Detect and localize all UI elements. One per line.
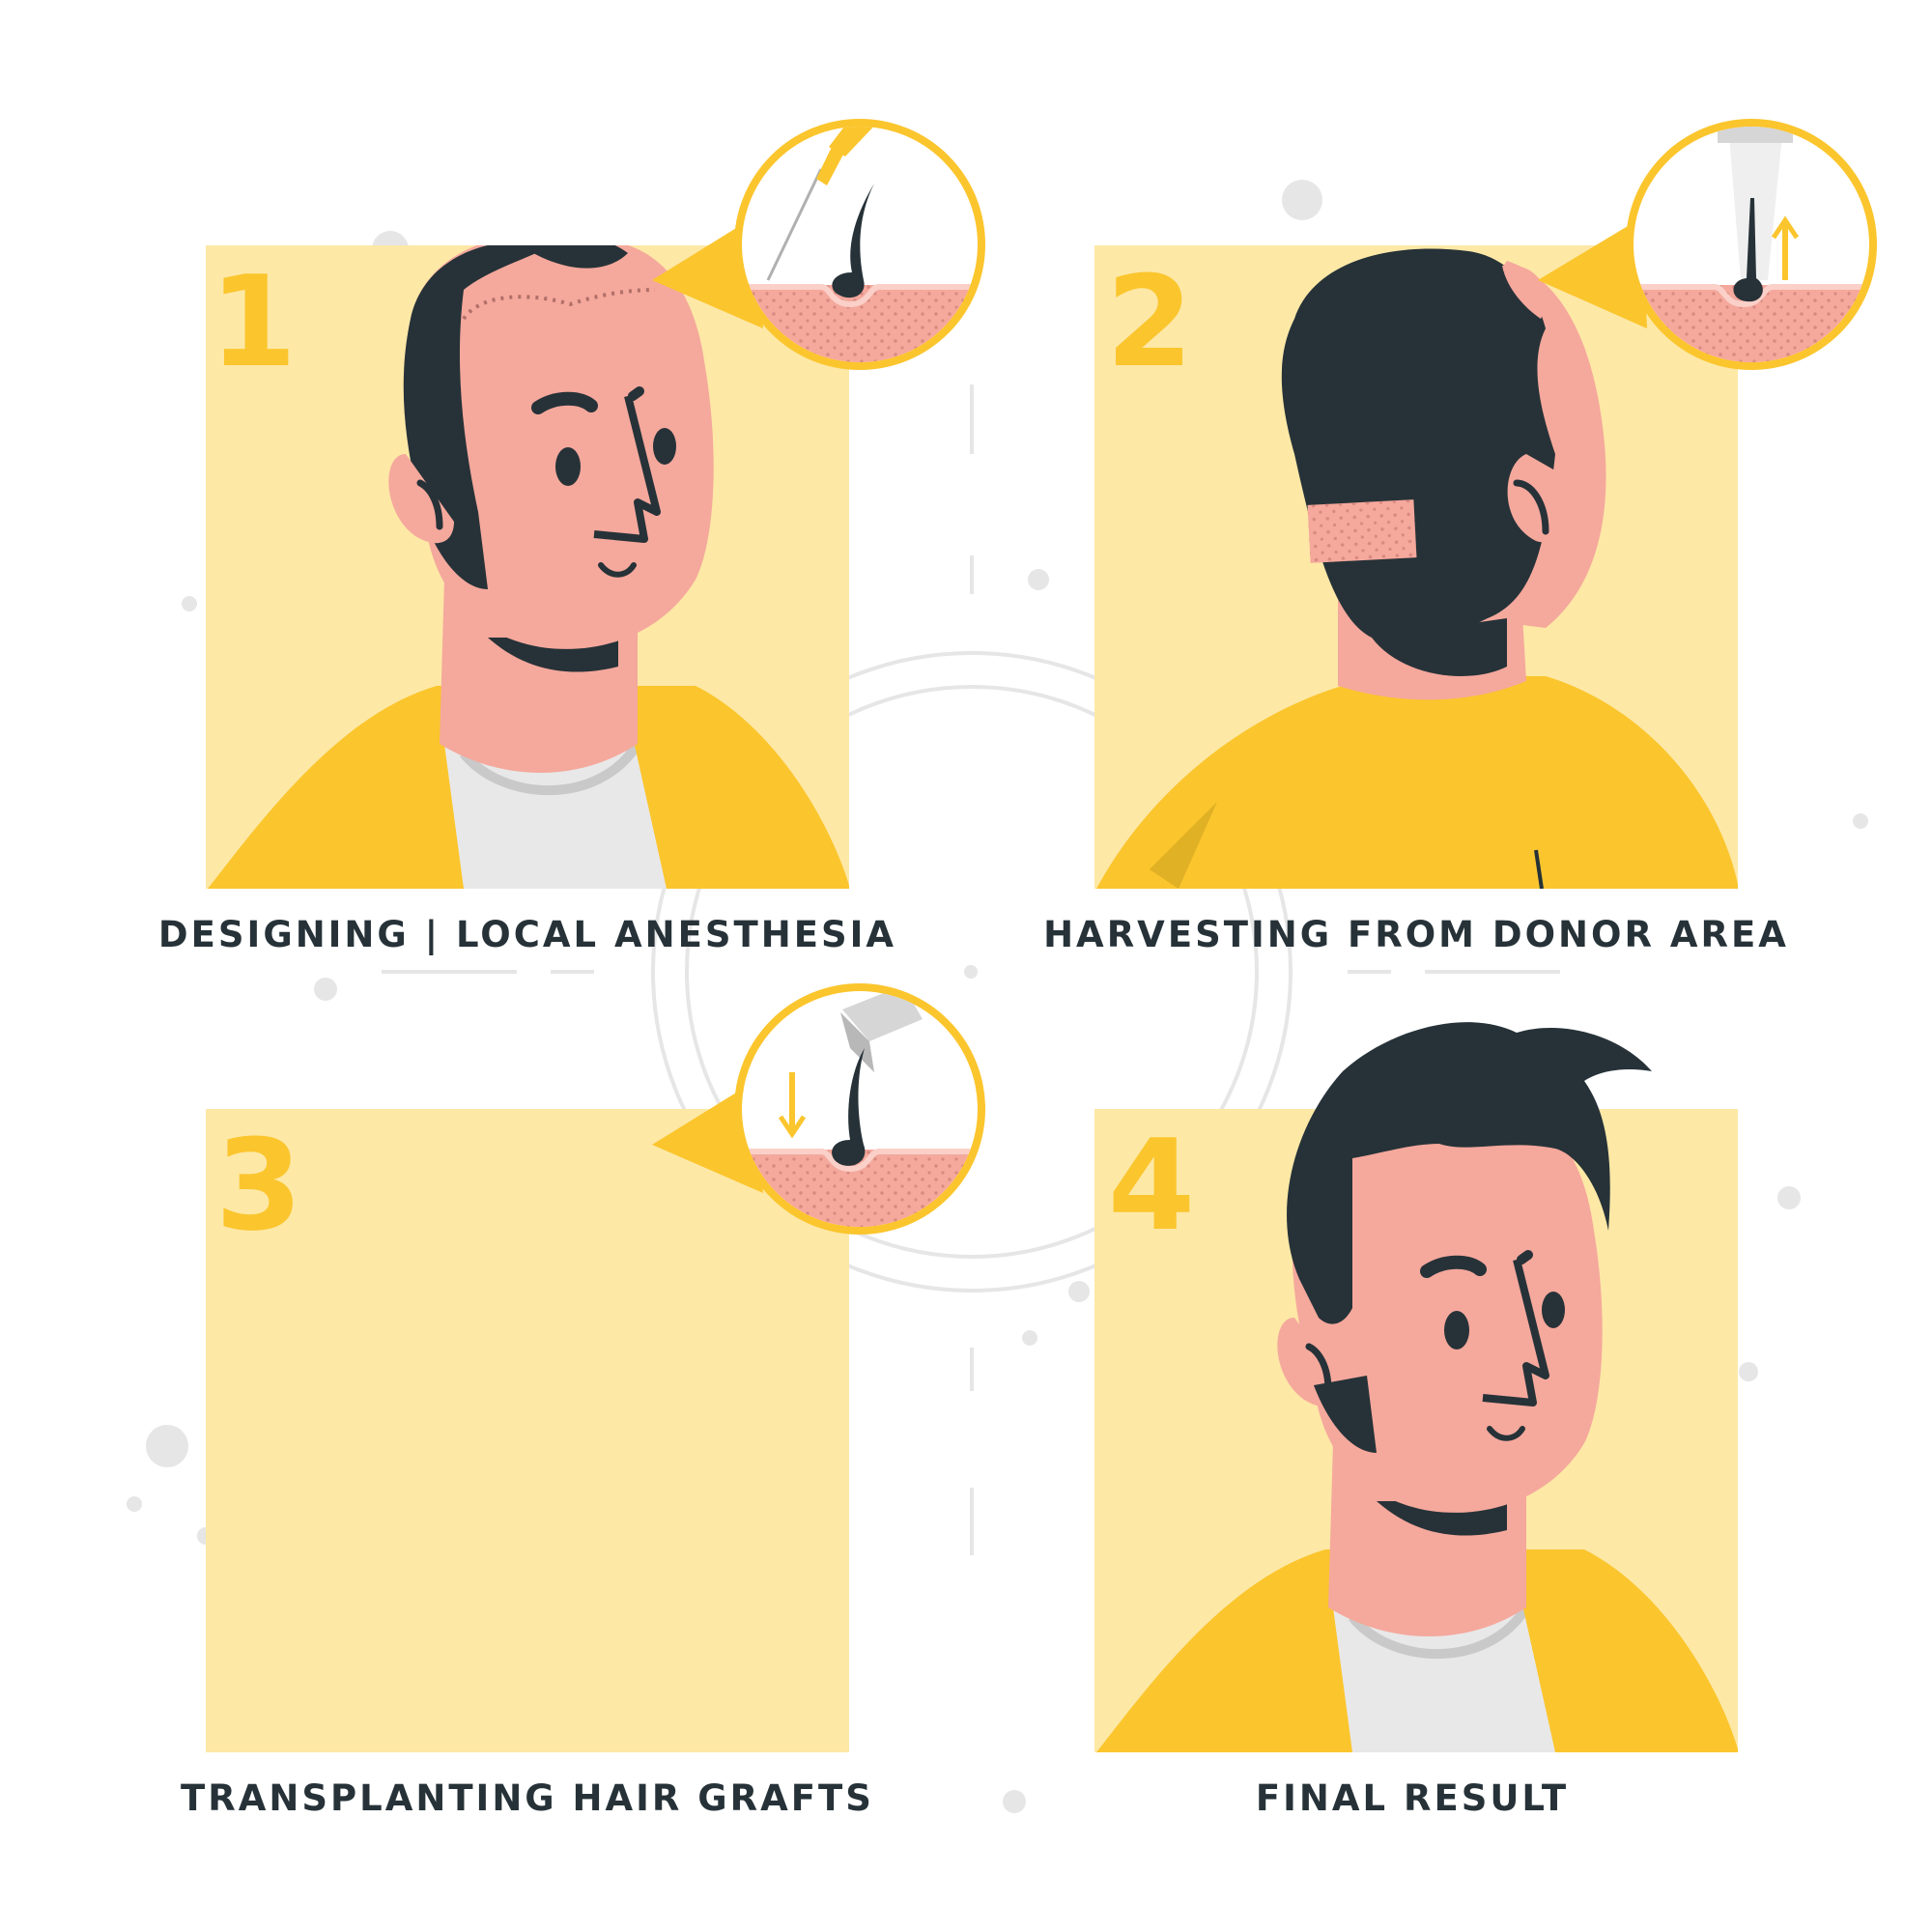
step-4-label: FINAL RESULT bbox=[1256, 1777, 1569, 1819]
step-2-panel: 2 HARVESTING FROM DONOR AREA bbox=[1043, 119, 1877, 955]
step-4-number: 4 bbox=[1108, 1112, 1195, 1259]
step-4-panel: 4 FINAL RESULT bbox=[1094, 1022, 1738, 1819]
step-3-number: 3 bbox=[215, 1112, 302, 1259]
step-1-panel: 1 DESIGNING | LOCAL ANESTHESIA bbox=[158, 119, 985, 955]
step-3-panel: 3 TRANSPLANTING HAIR GRAFTS bbox=[181, 983, 985, 1819]
step-2-label: HARVESTING FROM DONOR AREA bbox=[1043, 914, 1789, 955]
step-3-label: TRANSPLANTING HAIR GRAFTS bbox=[181, 1777, 874, 1819]
step-2-number: 2 bbox=[1106, 248, 1193, 395]
step-1-number: 1 bbox=[210, 248, 297, 395]
step-1-label: DESIGNING | LOCAL ANESTHESIA bbox=[158, 914, 896, 955]
hair-transplant-steps-illustration: 1 DESIGNING | LOCAL ANESTHESIA 2 HARVEST… bbox=[127, 119, 1877, 1819]
